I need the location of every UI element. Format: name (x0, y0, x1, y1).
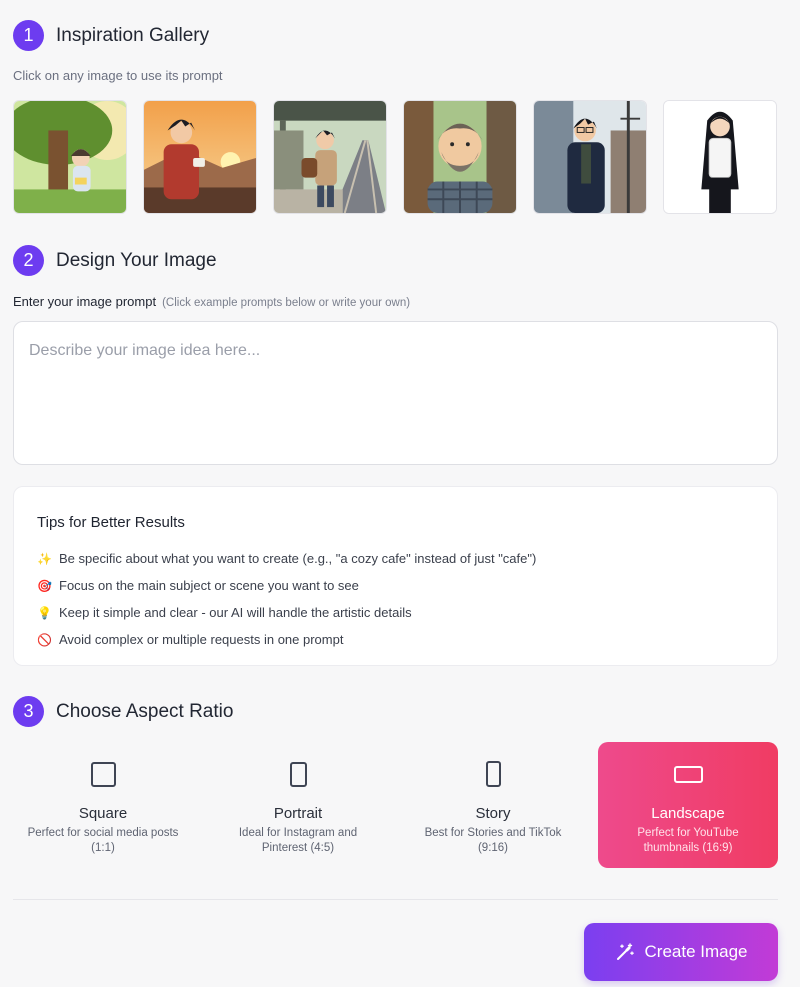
landscape-shape-icon (673, 765, 703, 783)
ratio-option-square[interactable]: Square Perfect for social media posts (1… (13, 742, 193, 868)
ratio-name: Landscape (651, 805, 725, 822)
ratio-option-story[interactable]: Story Best for Stories and TikTok (9:16) (403, 742, 583, 868)
tips-title: Tips for Better Results (37, 514, 185, 531)
gallery-image-2[interactable] (143, 100, 257, 214)
ratio-description: Best for Stories and TikTok (9:16) (424, 827, 562, 854)
aspect-ratio-options: Square Perfect for social media posts (1… (13, 742, 778, 868)
ratio-option-portrait[interactable]: Portrait Ideal for Instagram and Pintere… (208, 742, 388, 868)
ratio-description: Perfect for YouTube thumbnails (16:9) (637, 827, 739, 854)
ratio-name: Story (475, 805, 511, 822)
gallery-image-3[interactable] (273, 100, 387, 214)
prompt-label: Enter your image prompt (Click example pr… (13, 294, 410, 309)
gallery-subtitle: Click on any image to use its prompt (13, 68, 223, 83)
tip-item: 🎯 Focus on the main subject or scene you… (37, 572, 754, 599)
prompt-hint: (Click example prompts below or write yo… (162, 297, 411, 309)
create-image-button[interactable]: Create Image (584, 923, 778, 981)
prompt-input[interactable] (13, 321, 778, 465)
tip-text: Keep it simple and clear - our AI will h… (59, 605, 412, 620)
sparkles-icon: ✨ (37, 551, 52, 566)
gallery-image-1[interactable] (13, 100, 127, 214)
step-2-title: Design Your Image (56, 249, 217, 271)
gallery-image-6[interactable] (663, 100, 777, 214)
step-1-header: 1 Inspiration Gallery (13, 20, 209, 51)
gallery-image-4[interactable] (403, 100, 517, 214)
ratio-description: Perfect for social media posts (1:1) (27, 827, 179, 854)
divider (13, 899, 778, 900)
target-icon: 🎯 (37, 578, 52, 593)
tip-text: Avoid complex or multiple requests in on… (59, 632, 344, 647)
tip-text: Be specific about what you want to creat… (59, 551, 537, 566)
tips-panel: Tips for Better Results ✨ Be specific ab… (13, 486, 778, 666)
story-shape-icon (485, 761, 501, 787)
tip-item: 🚫 Avoid complex or multiple requests in … (37, 626, 754, 653)
step-3-title: Choose Aspect Ratio (56, 700, 234, 722)
prompt-label-text: Enter your image prompt (13, 294, 157, 309)
ratio-name: Square (78, 805, 128, 822)
inspiration-gallery (13, 100, 777, 214)
ratio-name: Portrait (273, 805, 323, 822)
step-3-header: 3 Choose Aspect Ratio (13, 696, 233, 727)
tip-text: Focus on the main subject or scene you w… (59, 578, 359, 593)
step-1-title: Inspiration Gallery (56, 24, 210, 46)
lightbulb-icon: 💡 (37, 605, 52, 620)
tip-item: ✨ Be specific about what you want to cre… (37, 545, 754, 572)
tip-item: 💡 Keep it simple and clear - our AI will… (37, 599, 754, 626)
prohibited-icon: 🚫 (37, 632, 52, 647)
step-1-number: 1 (13, 20, 44, 51)
portrait-shape-icon (289, 761, 307, 787)
step-3-number: 3 (13, 696, 44, 727)
ratio-option-landscape[interactable]: Landscape Perfect for YouTube thumbnails… (598, 742, 778, 868)
step-2-header: 2 Design Your Image (13, 245, 217, 276)
create-image-label: Create Image (644, 942, 748, 961)
magic-wand-icon (616, 943, 634, 960)
square-shape-icon (90, 761, 116, 787)
gallery-image-5[interactable] (533, 100, 647, 214)
step-2-number: 2 (13, 245, 44, 276)
ratio-description: Ideal for Instagram and Pinterest (4:5) (238, 827, 358, 854)
